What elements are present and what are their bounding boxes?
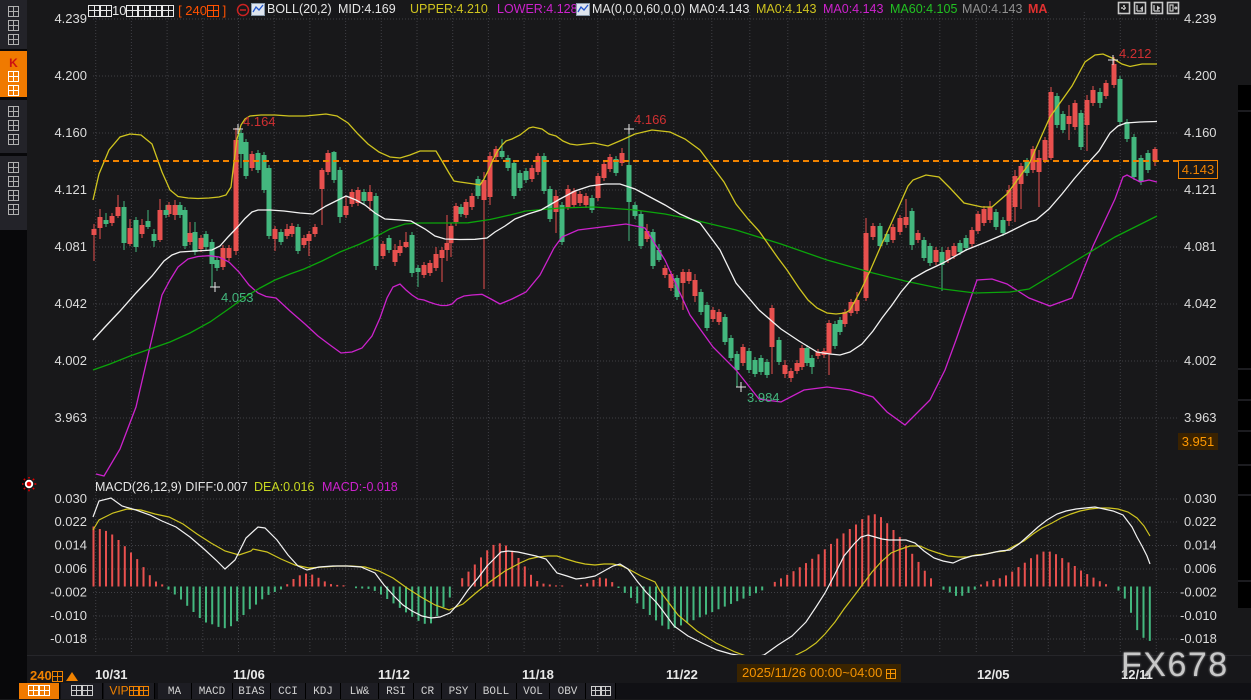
svg-text:0.006: 0.006: [1184, 561, 1217, 576]
svg-text:3.963: 3.963: [1184, 410, 1217, 425]
svg-text:4.002: 4.002: [54, 353, 87, 368]
svg-text:4.160: 4.160: [54, 125, 87, 140]
svg-text:4.200: 4.200: [54, 68, 87, 83]
svg-text:MA60:4.105: MA60:4.105: [890, 2, 957, 16]
svg-text:-0.002: -0.002: [1180, 585, 1217, 600]
svg-text:MID:4.169: MID:4.169: [338, 2, 396, 16]
svg-text:0.022: 0.022: [54, 514, 87, 529]
svg-text:4.042: 4.042: [1184, 296, 1217, 311]
svg-text:MA0:4.143: MA0:4.143: [962, 2, 1023, 16]
svg-text:4.042: 4.042: [54, 296, 87, 311]
svg-text:4.166: 4.166: [634, 112, 667, 127]
svg-text:4.121: 4.121: [1184, 182, 1217, 197]
svg-text:0.030: 0.030: [54, 491, 87, 506]
svg-text:MA(0,0,0,60,0,0): MA(0,0,0,60,0,0): [592, 2, 685, 16]
svg-text:4.160: 4.160: [1184, 125, 1217, 140]
svg-text:4.081: 4.081: [1184, 239, 1217, 254]
svg-text:DEA:0.016: DEA:0.016: [254, 480, 315, 494]
svg-text:0.030: 0.030: [1184, 491, 1217, 506]
svg-text:-0.018: -0.018: [1180, 631, 1217, 646]
svg-text:MA0:4.143: MA0:4.143: [756, 2, 817, 16]
svg-text:4.239: 4.239: [1184, 11, 1217, 26]
svg-text:-0.010: -0.010: [1180, 608, 1217, 623]
svg-text:4.200: 4.200: [1184, 68, 1217, 83]
svg-text:3.984: 3.984: [747, 390, 780, 405]
svg-text:-0.018: -0.018: [50, 631, 87, 646]
svg-text:MACD:-0.018: MACD:-0.018: [322, 480, 398, 494]
svg-text:0.014: 0.014: [54, 538, 87, 553]
svg-text:4.212: 4.212: [1119, 46, 1152, 61]
svg-text:BOLL(20,2): BOLL(20,2): [267, 2, 332, 16]
svg-text:MA0:4.143: MA0:4.143: [689, 2, 750, 16]
svg-text:4.081: 4.081: [54, 239, 87, 254]
svg-text:MACD(26,12,9) DIFF:0.007: MACD(26,12,9) DIFF:0.007: [95, 480, 248, 494]
svg-text:0.022: 0.022: [1184, 514, 1217, 529]
svg-text:4.239: 4.239: [54, 11, 87, 26]
svg-text:-0.010: -0.010: [50, 608, 87, 623]
svg-text:UPPER:4.210: UPPER:4.210: [410, 2, 488, 16]
svg-text:4.053: 4.053: [221, 290, 254, 305]
svg-text:-0.002: -0.002: [50, 585, 87, 600]
svg-text:4.164: 4.164: [243, 114, 276, 129]
svg-text:LOWER:4.128: LOWER:4.128: [497, 2, 578, 16]
svg-text:0.006: 0.006: [54, 561, 87, 576]
svg-text:4.121: 4.121: [54, 182, 87, 197]
svg-text:0.014: 0.014: [1184, 538, 1217, 553]
svg-text:4.002: 4.002: [1184, 353, 1217, 368]
svg-text:MA0:4.143: MA0:4.143: [823, 2, 884, 16]
svg-text:MA: MA: [1028, 2, 1047, 16]
svg-text:3.963: 3.963: [54, 410, 87, 425]
